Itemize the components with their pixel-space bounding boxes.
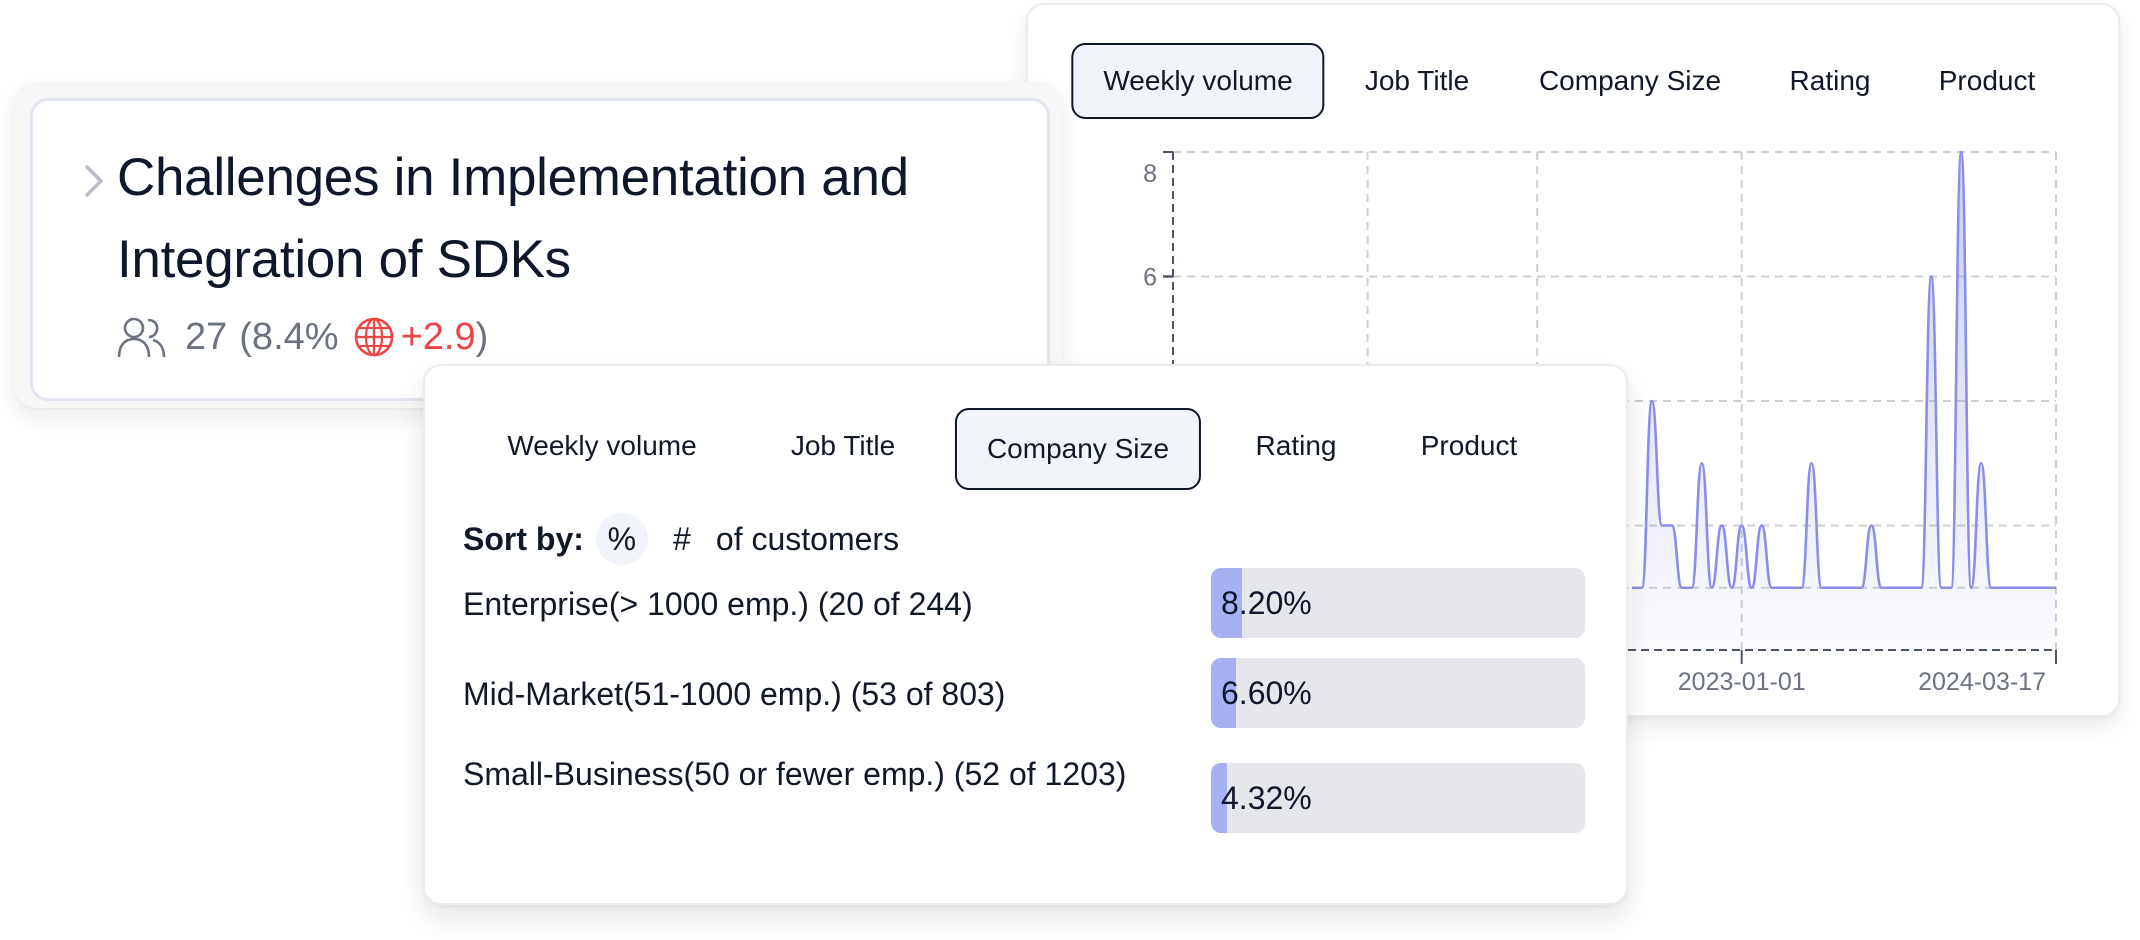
segment-bar-enterprise: 8.20% (1211, 568, 1585, 638)
theme-title: Challenges in Implementation and Integra… (117, 148, 909, 289)
segment-label-small-business: Small-Business(50 or fewer emp.) (52 of … (463, 756, 1127, 792)
theme-header-inner[interactable]: Challenges in Implementation and Integra… (30, 98, 1050, 401)
sort-control: Sort by: % # of customers (463, 511, 899, 567)
sort-by-count-button[interactable]: # (656, 513, 708, 565)
global-delta: +2.9 (400, 315, 476, 358)
theme-header-card: Challenges in Implementation and Integra… (14, 82, 1062, 408)
y-tick-label: 6 (1143, 264, 1157, 292)
segment-bar-small-business: 4.32% (1211, 763, 1585, 833)
segment-label-enterprise: Enterprise(> 1000 emp.) (20 of 244) (463, 586, 973, 622)
front-tab-product[interactable]: Product (1389, 408, 1550, 484)
segment-value: 8.20% (1221, 584, 1312, 621)
front-tab-rating[interactable]: Rating (1224, 408, 1369, 484)
sort-by-percent-button[interactable]: % (595, 513, 648, 565)
customer-percent: (8.4% (239, 315, 339, 358)
series-line (1631, 150, 2056, 590)
front-tab-company-size[interactable]: Company Size (954, 408, 1202, 490)
company-size-card: Weekly volume Job Title Company Size Rat… (423, 364, 1628, 905)
y-tick-label: 8 (1143, 160, 1157, 188)
globe-icon (354, 317, 393, 357)
close-paren: ) (475, 315, 489, 358)
theme-stats: 27 (8.4% +2.9 ) (117, 312, 488, 362)
front-tab-weekly-volume[interactable]: Weekly volume (475, 408, 728, 484)
segment-value: 6.60% (1221, 674, 1312, 711)
segment-bar-mid-market: 6.60% (1211, 658, 1585, 728)
segment-value: 4.32% (1221, 779, 1312, 816)
users-icon (117, 317, 166, 358)
x-tick-label: 2023-01-01 (1678, 668, 1806, 696)
chevron-right-icon[interactable] (81, 161, 107, 201)
sort-label: Sort by: (463, 520, 584, 557)
front-tab-job-title[interactable]: Job Title (759, 408, 927, 484)
x-tick-label: 2024-03-17 (1918, 668, 2046, 696)
customer-count: 27 (185, 315, 228, 358)
sort-suffix: of customers (715, 520, 900, 557)
segment-label-mid-market: Mid-Market(51-1000 emp.) (53 of 803) (463, 676, 1006, 712)
